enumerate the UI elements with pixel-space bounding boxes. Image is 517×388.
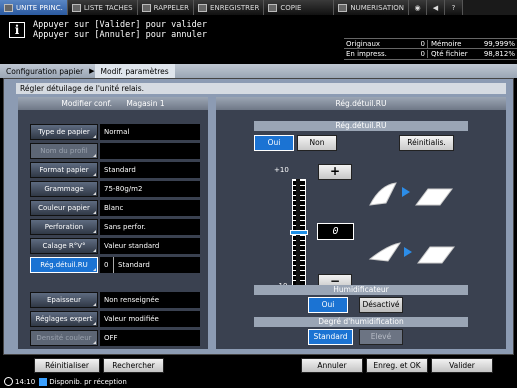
type-papier-button[interactable]: Type de papier <box>30 124 98 140</box>
setting-row-calage: Calage R°V° Valeur standard <box>18 237 208 255</box>
annuler-button[interactable]: Annuler <box>301 358 363 373</box>
curled-paper-shape <box>368 242 402 262</box>
densite-couleur-value: OFF <box>100 330 200 346</box>
tab-numerisation[interactable]: NUMERISATION <box>334 0 409 15</box>
setting-row-nom-profil: Nom du profil <box>18 142 208 160</box>
setting-row-densite-couleur: Densité couleur OFF <box>18 329 208 347</box>
epaisseur-value: Non renseignée <box>100 292 200 308</box>
job-list-icon <box>71 3 81 12</box>
arrow-right-icon <box>404 247 412 257</box>
degre-eleve-button: Elevé <box>359 329 403 345</box>
tab-liste-taches[interactable]: LISTE TACHES <box>67 0 138 15</box>
format-papier-value: Standard <box>100 162 200 178</box>
curled-paper-shape <box>369 182 397 206</box>
scale-max-label: +10 <box>274 166 289 174</box>
plus-button[interactable]: + <box>318 164 352 180</box>
valider-button[interactable]: Valider <box>431 358 493 373</box>
info-icon: i <box>9 22 25 38</box>
setting-row-couleur-papier: Couleur papier Blanc <box>18 199 208 217</box>
setting-row-format-papier: Format papier Standard <box>18 161 208 179</box>
tab-enregistrer[interactable]: ENREGISTRER <box>194 0 265 15</box>
calage-value: Valeur standard <box>100 238 200 254</box>
tab-unite-princ[interactable]: UNITE PRINC. <box>0 0 68 15</box>
nom-profil-value <box>100 143 200 159</box>
flat-paper-shape <box>415 188 453 206</box>
reg-detuil-ru-value: 0 Standard <box>100 257 200 273</box>
help-icon[interactable]: ? <box>445 0 463 15</box>
home-icon <box>4 3 13 12</box>
couleur-papier-value: Blanc <box>100 200 200 216</box>
settings-list-header: Modifier conf. Magasin 1 <box>18 97 208 110</box>
status-row-1: Originaux 0 Mémoire 99,999% <box>344 38 517 49</box>
degre-humidification-title: Degré d'humidification <box>254 317 468 327</box>
enreg-et-ok-button[interactable]: Enreg. et OK <box>366 358 428 373</box>
adjustment-panel-title: Rég.détuil.RU <box>216 97 506 110</box>
setting-row-perforation: Perforation Sans perfor. <box>18 218 208 236</box>
breadcrumb-modif-parametres: Modif. paramètres <box>94 64 175 78</box>
nom-profil-button: Nom du profil <box>30 143 98 159</box>
footer-status: Disponib. pr réception <box>49 377 127 386</box>
curl-up-diagram <box>369 182 453 206</box>
perforation-value: Sans perfor. <box>100 219 200 235</box>
humidificateur-desactive-button[interactable]: Désactivé <box>359 297 403 313</box>
flat-paper-shape <box>417 246 455 264</box>
clock-icon <box>4 377 13 386</box>
degre-standard-button[interactable]: Standard <box>308 329 353 345</box>
footer-time: 14:10 <box>15 377 36 386</box>
reinitialiser-button[interactable]: Réinitialiser <box>34 358 100 373</box>
settings-list-panel: Modifier conf. Magasin 1 Type de papier … <box>18 97 208 349</box>
top-tab-bar: UNITE PRINC. LISTE TACHES RAPPELER ENREG… <box>0 0 517 15</box>
copy-icon <box>268 3 278 12</box>
adjustment-thumb[interactable] <box>290 230 308 235</box>
reinitialis-button[interactable]: Réinitialis. <box>399 135 454 151</box>
reglages-expert-button[interactable]: Réglages expert <box>30 311 98 327</box>
adjustment-panel: Rég.détuil.RU Rég.détuil.RU Oui Non Réin… <box>216 97 506 349</box>
epaisseur-button[interactable]: Epaisseur <box>30 292 98 308</box>
setting-row-reg-detuil: Rég.détuil.RU 0 Standard <box>18 256 208 274</box>
adjustment-subtitle: Rég.détuil.RU <box>254 121 468 131</box>
main-panel: Régler détuilage de l'unité relais. Modi… <box>3 78 514 355</box>
status-panel: Originaux 0 Mémoire 99,999% En impress. … <box>344 38 517 60</box>
setting-row-type-papier: Type de papier Normal <box>18 123 208 141</box>
adjustment-value-display: 0 <box>317 223 354 240</box>
status-row-2: En impress. 0 Qté fichier 98,812% <box>344 50 517 60</box>
recall-icon <box>141 3 151 12</box>
perforation-button[interactable]: Perforation <box>30 219 98 235</box>
rechercher-button[interactable]: Rechercher <box>103 358 164 373</box>
calage-button[interactable]: Calage R°V° <box>30 238 98 254</box>
reglages-expert-value: Valeur modifiée <box>100 311 200 327</box>
settings-icon[interactable]: ◉ <box>409 0 427 15</box>
network-icon <box>39 377 48 386</box>
grammage-value: 75-80g/m2 <box>100 181 200 197</box>
setting-row-reglages-expert: Réglages expert Valeur modifiée <box>18 310 208 328</box>
arrow-right-icon <box>402 187 410 197</box>
curl-down-diagram <box>368 242 455 264</box>
grammage-button[interactable]: Grammage <box>30 181 98 197</box>
humidificateur-title: Humidificateur <box>254 285 468 295</box>
type-papier-value: Normal <box>100 124 200 140</box>
store-icon <box>198 3 208 12</box>
tab-copie[interactable]: COPIE <box>264 0 335 15</box>
oui-button[interactable]: Oui <box>254 135 294 151</box>
instruction-message: Appuyer sur [Valider] pour valider Appuy… <box>33 20 207 40</box>
couleur-papier-button[interactable]: Couleur papier <box>30 200 98 216</box>
setting-row-grammage: Grammage 75-80g/m2 <box>18 180 208 198</box>
page-heading: Régler détuilage de l'unité relais. <box>16 83 506 94</box>
format-papier-button[interactable]: Format papier <box>30 162 98 178</box>
densite-couleur-button: Densité couleur <box>30 330 98 346</box>
reg-detuil-ru-button[interactable]: Rég.détuil.RU <box>30 257 98 273</box>
volume-icon[interactable]: ◀ <box>427 0 445 15</box>
humidificateur-oui-button[interactable]: Oui <box>308 297 348 313</box>
scan-icon <box>338 3 348 12</box>
status-footer: 14:10 Disponib. pr réception <box>0 375 517 388</box>
breadcrumb-config-papier[interactable]: Configuration papier <box>0 67 89 76</box>
breadcrumb: Configuration papier ▶ Modif. paramètres <box>0 64 517 78</box>
setting-row-epaisseur: Epaisseur Non renseignée <box>18 291 208 309</box>
screen: UNITE PRINC. LISTE TACHES RAPPELER ENREG… <box>0 0 517 388</box>
tab-rappeler[interactable]: RAPPELER <box>137 0 195 15</box>
non-button[interactable]: Non <box>297 135 337 151</box>
